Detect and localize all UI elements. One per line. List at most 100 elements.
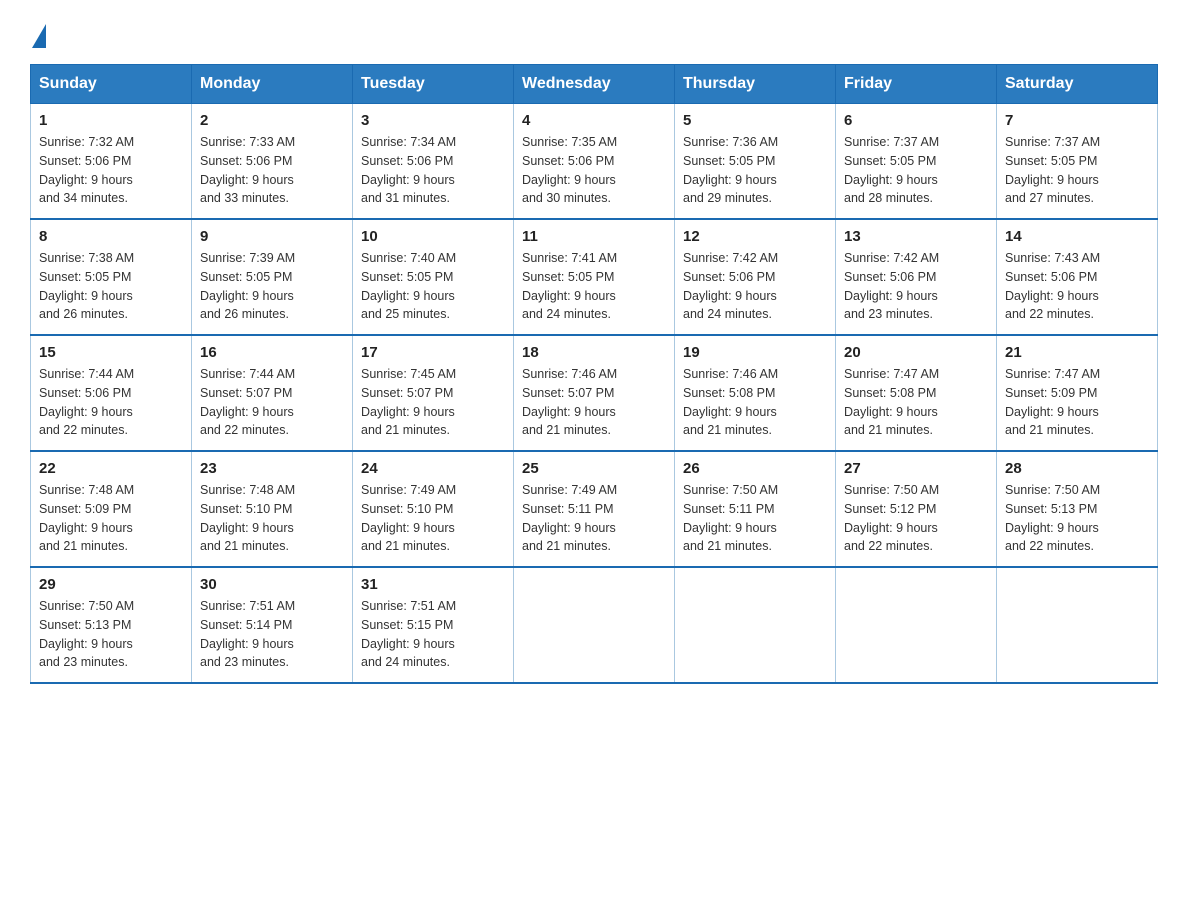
weekday-header-sunday: Sunday bbox=[31, 65, 192, 104]
page-header bbox=[30, 20, 1158, 44]
calendar-day-cell bbox=[836, 567, 997, 683]
calendar-day-cell: 28 Sunrise: 7:50 AMSunset: 5:13 PMDayligh… bbox=[997, 451, 1158, 567]
calendar-week-row: 22 Sunrise: 7:48 AMSunset: 5:09 PMDayligh… bbox=[31, 451, 1158, 567]
calendar-day-cell: 15 Sunrise: 7:44 AMSunset: 5:06 PMDayligh… bbox=[31, 335, 192, 451]
calendar-week-row: 15 Sunrise: 7:44 AMSunset: 5:06 PMDayligh… bbox=[31, 335, 1158, 451]
day-info: Sunrise: 7:50 AMSunset: 5:11 PMDaylight:… bbox=[683, 481, 827, 556]
calendar-day-cell: 27 Sunrise: 7:50 AMSunset: 5:12 PMDayligh… bbox=[836, 451, 997, 567]
calendar-day-cell: 22 Sunrise: 7:48 AMSunset: 5:09 PMDayligh… bbox=[31, 451, 192, 567]
day-number: 24 bbox=[361, 460, 505, 477]
day-info: Sunrise: 7:50 AMSunset: 5:13 PMDaylight:… bbox=[39, 597, 183, 672]
day-number: 2 bbox=[200, 112, 344, 129]
calendar-day-cell: 21Sunrise: 7:47 AMSunset: 5:09 PMDayligh… bbox=[997, 335, 1158, 451]
day-info: Sunrise: 7:42 AMSunset: 5:06 PMDaylight:… bbox=[683, 249, 827, 324]
day-number: 11 bbox=[522, 228, 666, 245]
day-info: Sunrise: 7:48 AMSunset: 5:09 PMDaylight:… bbox=[39, 481, 183, 556]
day-info: Sunrise: 7:34 AMSunset: 5:06 PMDaylight:… bbox=[361, 133, 505, 208]
calendar-day-cell bbox=[514, 567, 675, 683]
calendar-day-cell: 10 Sunrise: 7:40 AMSunset: 5:05 PMDayligh… bbox=[353, 219, 514, 335]
calendar-day-cell: 16 Sunrise: 7:44 AMSunset: 5:07 PMDayligh… bbox=[192, 335, 353, 451]
day-number: 14 bbox=[1005, 228, 1149, 245]
day-info: Sunrise: 7:35 AMSunset: 5:06 PMDaylight:… bbox=[522, 133, 666, 208]
day-number: 3 bbox=[361, 112, 505, 129]
calendar-day-cell bbox=[675, 567, 836, 683]
day-number: 27 bbox=[844, 460, 988, 477]
day-info: Sunrise: 7:48 AMSunset: 5:10 PMDaylight:… bbox=[200, 481, 344, 556]
day-number: 21 bbox=[1005, 344, 1149, 361]
day-info: Sunrise: 7:36 AMSunset: 5:05 PMDaylight:… bbox=[683, 133, 827, 208]
day-number: 7 bbox=[1005, 112, 1149, 129]
calendar-day-cell: 24 Sunrise: 7:49 AMSunset: 5:10 PMDayligh… bbox=[353, 451, 514, 567]
day-number: 23 bbox=[200, 460, 344, 477]
day-number: 5 bbox=[683, 112, 827, 129]
day-number: 1 bbox=[39, 112, 183, 129]
calendar-day-cell: 13 Sunrise: 7:42 AMSunset: 5:06 PMDayligh… bbox=[836, 219, 997, 335]
logo-triangle-icon bbox=[32, 24, 46, 48]
day-number: 30 bbox=[200, 576, 344, 593]
day-number: 9 bbox=[200, 228, 344, 245]
day-number: 31 bbox=[361, 576, 505, 593]
day-number: 19 bbox=[683, 344, 827, 361]
calendar-table: SundayMondayTuesdayWednesdayThursdayFrid… bbox=[30, 64, 1158, 684]
day-number: 17 bbox=[361, 344, 505, 361]
calendar-day-cell: 23 Sunrise: 7:48 AMSunset: 5:10 PMDayligh… bbox=[192, 451, 353, 567]
day-number: 12 bbox=[683, 228, 827, 245]
logo bbox=[30, 20, 46, 44]
day-info: Sunrise: 7:43 AMSunset: 5:06 PMDaylight:… bbox=[1005, 249, 1149, 324]
day-info: Sunrise: 7:50 AMSunset: 5:13 PMDaylight:… bbox=[1005, 481, 1149, 556]
day-number: 13 bbox=[844, 228, 988, 245]
day-info: Sunrise: 7:44 AMSunset: 5:07 PMDaylight:… bbox=[200, 365, 344, 440]
day-info: Sunrise: 7:38 AMSunset: 5:05 PMDaylight:… bbox=[39, 249, 183, 324]
day-number: 28 bbox=[1005, 460, 1149, 477]
day-info: Sunrise: 7:37 AMSunset: 5:05 PMDaylight:… bbox=[1005, 133, 1149, 208]
day-number: 26 bbox=[683, 460, 827, 477]
day-info: Sunrise: 7:51 AMSunset: 5:15 PMDaylight:… bbox=[361, 597, 505, 672]
calendar-day-cell: 25 Sunrise: 7:49 AMSunset: 5:11 PMDayligh… bbox=[514, 451, 675, 567]
day-info: Sunrise: 7:51 AMSunset: 5:14 PMDaylight:… bbox=[200, 597, 344, 672]
day-number: 20 bbox=[844, 344, 988, 361]
calendar-day-cell: 2 Sunrise: 7:33 AMSunset: 5:06 PMDaylight… bbox=[192, 104, 353, 220]
day-number: 22 bbox=[39, 460, 183, 477]
day-info: Sunrise: 7:42 AMSunset: 5:06 PMDaylight:… bbox=[844, 249, 988, 324]
day-info: Sunrise: 7:46 AMSunset: 5:08 PMDaylight:… bbox=[683, 365, 827, 440]
calendar-week-row: 29Sunrise: 7:50 AMSunset: 5:13 PMDayligh… bbox=[31, 567, 1158, 683]
calendar-week-row: 1 Sunrise: 7:32 AMSunset: 5:06 PMDaylight… bbox=[31, 104, 1158, 220]
calendar-day-cell: 17 Sunrise: 7:45 AMSunset: 5:07 PMDayligh… bbox=[353, 335, 514, 451]
day-number: 10 bbox=[361, 228, 505, 245]
calendar-day-cell: 12 Sunrise: 7:42 AMSunset: 5:06 PMDayligh… bbox=[675, 219, 836, 335]
day-number: 25 bbox=[522, 460, 666, 477]
calendar-day-cell: 4 Sunrise: 7:35 AMSunset: 5:06 PMDaylight… bbox=[514, 104, 675, 220]
day-info: Sunrise: 7:37 AMSunset: 5:05 PMDaylight:… bbox=[844, 133, 988, 208]
calendar-day-cell: 14 Sunrise: 7:43 AMSunset: 5:06 PMDayligh… bbox=[997, 219, 1158, 335]
day-info: Sunrise: 7:33 AMSunset: 5:06 PMDaylight:… bbox=[200, 133, 344, 208]
calendar-day-cell: 20Sunrise: 7:47 AMSunset: 5:08 PMDayligh… bbox=[836, 335, 997, 451]
calendar-day-cell bbox=[997, 567, 1158, 683]
day-number: 6 bbox=[844, 112, 988, 129]
day-number: 16 bbox=[200, 344, 344, 361]
weekday-header-friday: Friday bbox=[836, 65, 997, 104]
day-info: Sunrise: 7:32 AMSunset: 5:06 PMDaylight:… bbox=[39, 133, 183, 208]
day-info: Sunrise: 7:44 AMSunset: 5:06 PMDaylight:… bbox=[39, 365, 183, 440]
day-number: 15 bbox=[39, 344, 183, 361]
calendar-day-cell: 7 Sunrise: 7:37 AMSunset: 5:05 PMDaylight… bbox=[997, 104, 1158, 220]
weekday-header-wednesday: Wednesday bbox=[514, 65, 675, 104]
calendar-day-cell: 8Sunrise: 7:38 AMSunset: 5:05 PMDaylight… bbox=[31, 219, 192, 335]
weekday-header-monday: Monday bbox=[192, 65, 353, 104]
calendar-day-cell: 31 Sunrise: 7:51 AMSunset: 5:15 PMDayligh… bbox=[353, 567, 514, 683]
day-info: Sunrise: 7:45 AMSunset: 5:07 PMDaylight:… bbox=[361, 365, 505, 440]
day-info: Sunrise: 7:41 AMSunset: 5:05 PMDaylight:… bbox=[522, 249, 666, 324]
weekday-header-saturday: Saturday bbox=[997, 65, 1158, 104]
calendar-day-cell: 5 Sunrise: 7:36 AMSunset: 5:05 PMDaylight… bbox=[675, 104, 836, 220]
day-info: Sunrise: 7:39 AMSunset: 5:05 PMDaylight:… bbox=[200, 249, 344, 324]
day-info: Sunrise: 7:50 AMSunset: 5:12 PMDaylight:… bbox=[844, 481, 988, 556]
day-info: Sunrise: 7:49 AMSunset: 5:10 PMDaylight:… bbox=[361, 481, 505, 556]
calendar-day-cell: 30 Sunrise: 7:51 AMSunset: 5:14 PMDayligh… bbox=[192, 567, 353, 683]
calendar-week-row: 8Sunrise: 7:38 AMSunset: 5:05 PMDaylight… bbox=[31, 219, 1158, 335]
weekday-header-thursday: Thursday bbox=[675, 65, 836, 104]
day-info: Sunrise: 7:40 AMSunset: 5:05 PMDaylight:… bbox=[361, 249, 505, 324]
calendar-day-cell: 18Sunrise: 7:46 AMSunset: 5:07 PMDayligh… bbox=[514, 335, 675, 451]
weekday-header-row: SundayMondayTuesdayWednesdayThursdayFrid… bbox=[31, 65, 1158, 104]
day-number: 4 bbox=[522, 112, 666, 129]
calendar-day-cell: 6 Sunrise: 7:37 AMSunset: 5:05 PMDaylight… bbox=[836, 104, 997, 220]
day-info: Sunrise: 7:49 AMSunset: 5:11 PMDaylight:… bbox=[522, 481, 666, 556]
